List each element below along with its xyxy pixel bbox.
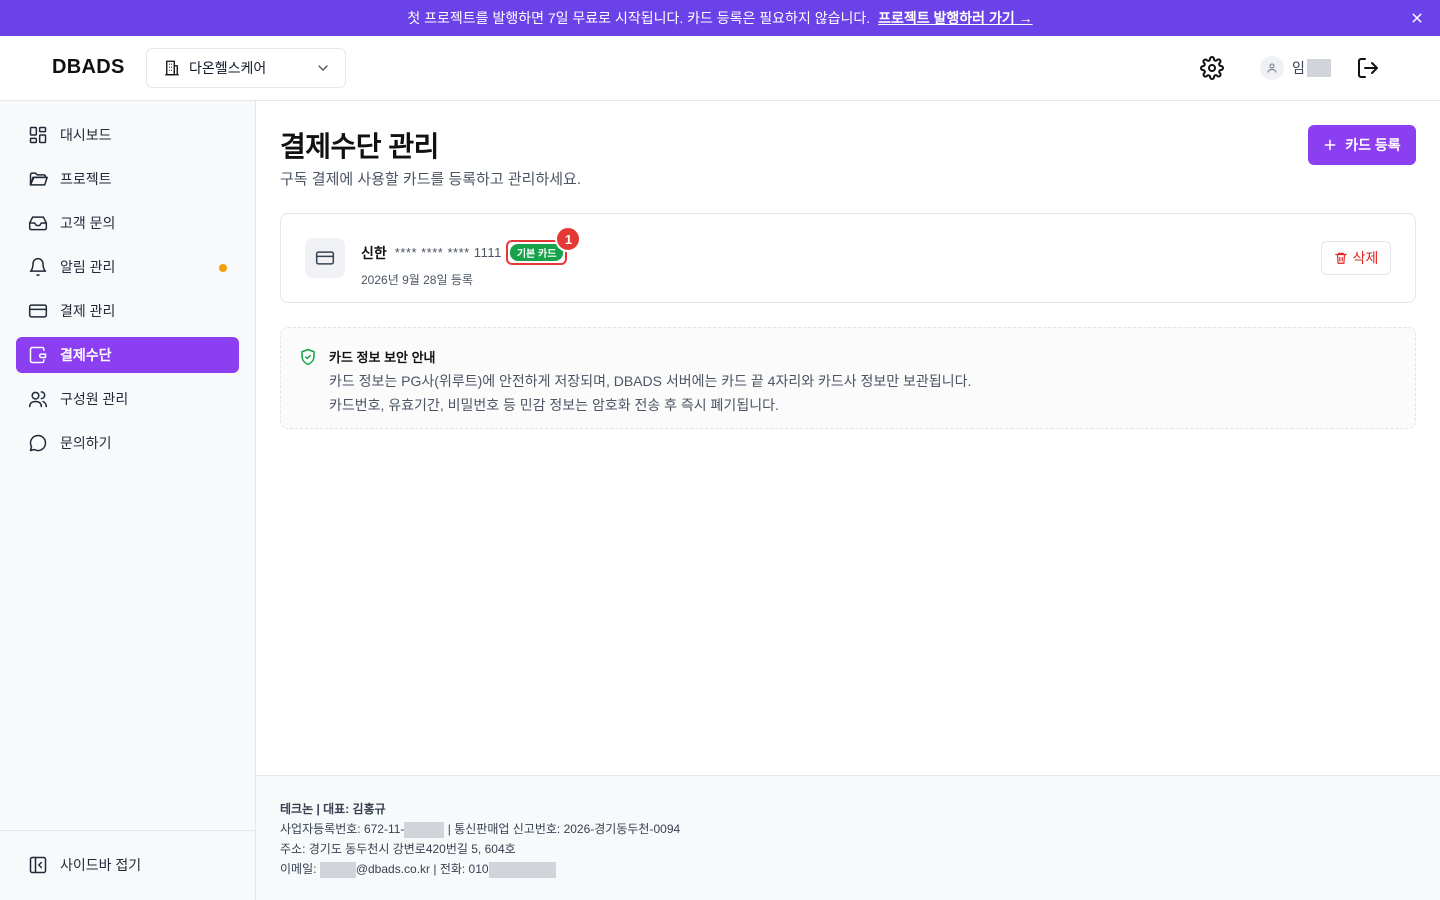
sidebar-item-label: 구성원 관리 bbox=[60, 391, 129, 407]
org-name: 다온헬스케어 bbox=[189, 60, 267, 76]
default-card-badge: 기본 카드 bbox=[509, 244, 564, 261]
banner-text: 첫 프로젝트를 발행하면 7일 무료로 시작됩니다. 카드 등록은 필요하지 않… bbox=[407, 10, 871, 26]
page-title: 결제수단 관리 bbox=[280, 131, 439, 162]
app-logo[interactable]: DBADS bbox=[52, 56, 125, 79]
top-header: DBADS 다온헬스케어 임 bbox=[0, 36, 1440, 101]
delete-label: 삭제 bbox=[1352, 250, 1379, 266]
sidebar-item-notifications[interactable]: 알림 관리 bbox=[16, 249, 239, 285]
card-icon-box bbox=[305, 238, 345, 278]
sidebar: 대시보드 프로젝트 고객 문의 알림 관리 결제 관리 결제수단 구성원 관리 … bbox=[0, 101, 256, 900]
users-icon bbox=[28, 391, 48, 408]
org-selector[interactable]: 다온헬스케어 bbox=[146, 48, 346, 88]
chevron-down-icon bbox=[318, 65, 328, 71]
page-footer: 테크논 | 대표: 김홍규 사업자등록번호: 672-11- | 통신판매업 신… bbox=[256, 775, 1440, 900]
sidebar-collapse-icon bbox=[29, 856, 47, 874]
notice-title: 카드 정보 보안 안내 bbox=[329, 350, 436, 365]
card-number: **** **** **** 1111 bbox=[394, 245, 502, 260]
sidebar-item-members[interactable]: 구성원 관리 bbox=[16, 381, 239, 417]
redacted-field bbox=[404, 821, 445, 838]
avatar bbox=[1260, 56, 1284, 80]
card-registered-date: 2026년 9월 28일 등록 bbox=[361, 273, 473, 287]
footer-business-info: 사업자등록번호: 672-11- | 통신판매업 신고번호: 2026-경기동두… bbox=[280, 820, 680, 838]
main-content: 결제수단 관리 구독 결제에 사용할 카드를 등록하고 관리하세요. 카드 등록… bbox=[256, 101, 1440, 775]
default-card-highlight: 기본 카드 1 bbox=[505, 226, 582, 265]
inbox-icon bbox=[28, 216, 48, 231]
trash-icon bbox=[1334, 252, 1347, 264]
sidebar-item-label: 문의하기 bbox=[60, 435, 112, 451]
sidebar-item-contact[interactable]: 문의하기 bbox=[16, 425, 239, 461]
footer-address: 주소: 경기도 동두천시 강변로420번길 5, 604호 bbox=[280, 842, 516, 856]
footer-biz-number: 사업자등록번호: 672-11- bbox=[280, 822, 405, 836]
plus-icon bbox=[1324, 139, 1336, 151]
wallet-icon bbox=[29, 346, 47, 364]
user-name: 임 bbox=[1292, 60, 1305, 76]
chat-icon bbox=[29, 434, 47, 452]
footer-email-label: 이메일: bbox=[280, 862, 317, 876]
sidebar-item-label: 결제 관리 bbox=[60, 303, 116, 319]
building-icon bbox=[165, 60, 179, 76]
redacted-field bbox=[319, 861, 356, 878]
sidebar-item-label: 프로젝트 bbox=[60, 171, 112, 187]
dashboard-icon bbox=[29, 126, 47, 144]
sidebar-footer: 사이드바 접기 bbox=[0, 830, 255, 900]
sidebar-item-projects[interactable]: 프로젝트 bbox=[16, 161, 239, 197]
footer-ecommerce-number: | 통신판매업 신고번호: 2026-경기동두천-0094 bbox=[447, 822, 681, 836]
redacted-name bbox=[1306, 59, 1331, 77]
sidebar-item-label: 고객 문의 bbox=[60, 215, 116, 231]
sidebar-item-payment-methods[interactable]: 결제수단 bbox=[16, 337, 239, 373]
user-menu[interactable]: 임 bbox=[1260, 56, 1331, 80]
gear-icon[interactable] bbox=[1200, 56, 1224, 80]
promo-banner: 첫 프로젝트를 발행하면 7일 무료로 시작됩니다. 카드 등록은 필요하지 않… bbox=[0, 0, 1440, 36]
shield-check-icon bbox=[301, 348, 315, 366]
bell-icon bbox=[29, 257, 47, 277]
card-item: 신한 **** **** **** 1111 기본 카드 1 2026년 9월 … bbox=[280, 213, 1416, 303]
credit-card-icon bbox=[315, 251, 335, 265]
page-subtitle: 구독 결제에 사용할 카드를 등록하고 관리하세요. bbox=[280, 171, 582, 188]
card-bank: 신한 bbox=[361, 244, 387, 261]
redacted-field bbox=[488, 861, 556, 878]
sidebar-item-billing[interactable]: 결제 관리 bbox=[16, 293, 239, 329]
close-icon[interactable] bbox=[1408, 9, 1426, 27]
collapse-label: 사이드바 접기 bbox=[60, 857, 142, 873]
notice-line-1: 카드 정보는 PG사(위루트)에 안전하게 저장되며, DBADS 서버에는 카… bbox=[329, 373, 972, 389]
collapse-sidebar-button[interactable]: 사이드바 접기 bbox=[28, 855, 141, 875]
notification-dot bbox=[219, 264, 227, 272]
annotation-marker: 1 bbox=[555, 226, 582, 252]
add-card-button[interactable]: 카드 등록 bbox=[1308, 125, 1416, 165]
sidebar-item-label: 대시보드 bbox=[60, 127, 112, 143]
user-icon bbox=[1267, 63, 1277, 73]
security-notice: 카드 정보 보안 안내 카드 정보는 PG사(위루트)에 안전하게 저장되며, … bbox=[280, 327, 1416, 429]
sidebar-item-label: 알림 관리 bbox=[60, 259, 116, 275]
sidebar-item-dashboard[interactable]: 대시보드 bbox=[16, 117, 239, 153]
logout-icon[interactable] bbox=[1356, 56, 1380, 80]
notice-line-2: 카드번호, 유효기간, 비밀번호 등 민감 정보는 암호화 전송 후 즉시 폐기… bbox=[329, 397, 779, 413]
footer-email-phone: @dbads.co.kr | 전화: 010 bbox=[355, 862, 489, 876]
banner-link[interactable]: 프로젝트 발행하러 가기 → bbox=[878, 8, 1032, 28]
credit-card-icon bbox=[28, 304, 48, 318]
footer-company: 테크논 | 대표: 김홍규 bbox=[280, 802, 386, 816]
folder-icon bbox=[29, 172, 48, 186]
sidebar-item-label: 결제수단 bbox=[60, 347, 112, 363]
footer-contact: 이메일: @dbads.co.kr | 전화: 010 bbox=[280, 860, 556, 878]
delete-card-button[interactable]: 삭제 bbox=[1321, 241, 1391, 275]
sidebar-item-inquiries[interactable]: 고객 문의 bbox=[16, 205, 239, 241]
card-info: 신한 **** **** **** 1111 기본 카드 1 2026년 9월 … bbox=[361, 226, 582, 288]
add-card-label: 카드 등록 bbox=[1345, 137, 1401, 153]
